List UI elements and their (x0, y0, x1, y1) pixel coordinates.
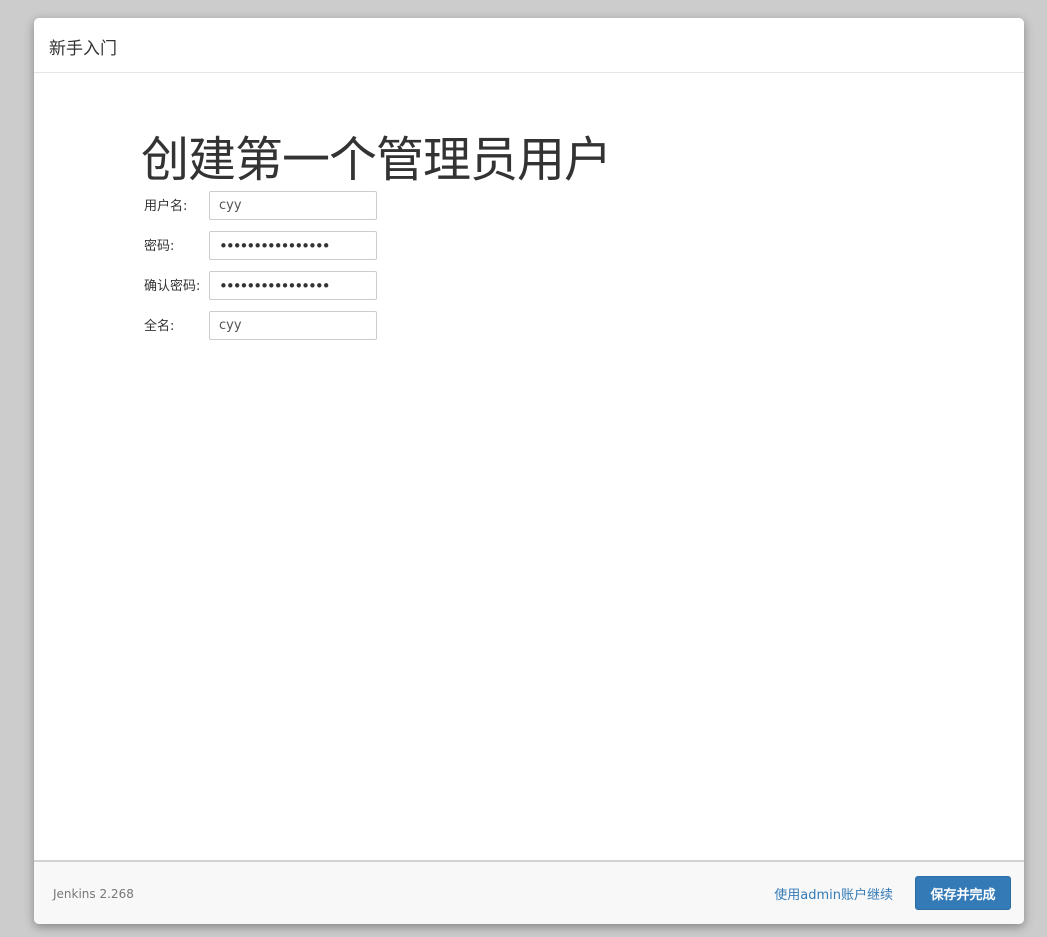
dialog-header: 新手入门 (34, 18, 1024, 73)
continue-as-admin-link[interactable]: 使用admin账户继续 (774, 884, 893, 903)
page-title: 创建第一个管理员用户 (141, 132, 612, 188)
dialog-footer: Jenkins 2.268 使用admin账户继续 保存并完成 (34, 860, 1024, 924)
password-input[interactable] (209, 231, 377, 260)
version-text: Jenkins 2.268 (53, 887, 134, 901)
username-input[interactable] (209, 191, 377, 220)
password-label: 密码: (144, 239, 175, 254)
username-label: 用户名: (144, 199, 188, 214)
setup-wizard-dialog: 新手入门 创建第一个管理员用户 用户名: 密码: 确认密码: 全名: Jenki… (34, 18, 1024, 924)
dialog-body: 创建第一个管理员用户 用户名: 密码: 确认密码: 全名: (34, 73, 1024, 860)
save-and-finish-button[interactable]: 保存并完成 (915, 876, 1011, 910)
fullname-input[interactable] (209, 311, 377, 340)
fullname-label: 全名: (144, 319, 175, 334)
confirm-password-label: 确认密码: (144, 279, 201, 294)
dialog-title: 新手入门 (49, 38, 117, 59)
confirm-password-input[interactable] (209, 271, 377, 300)
